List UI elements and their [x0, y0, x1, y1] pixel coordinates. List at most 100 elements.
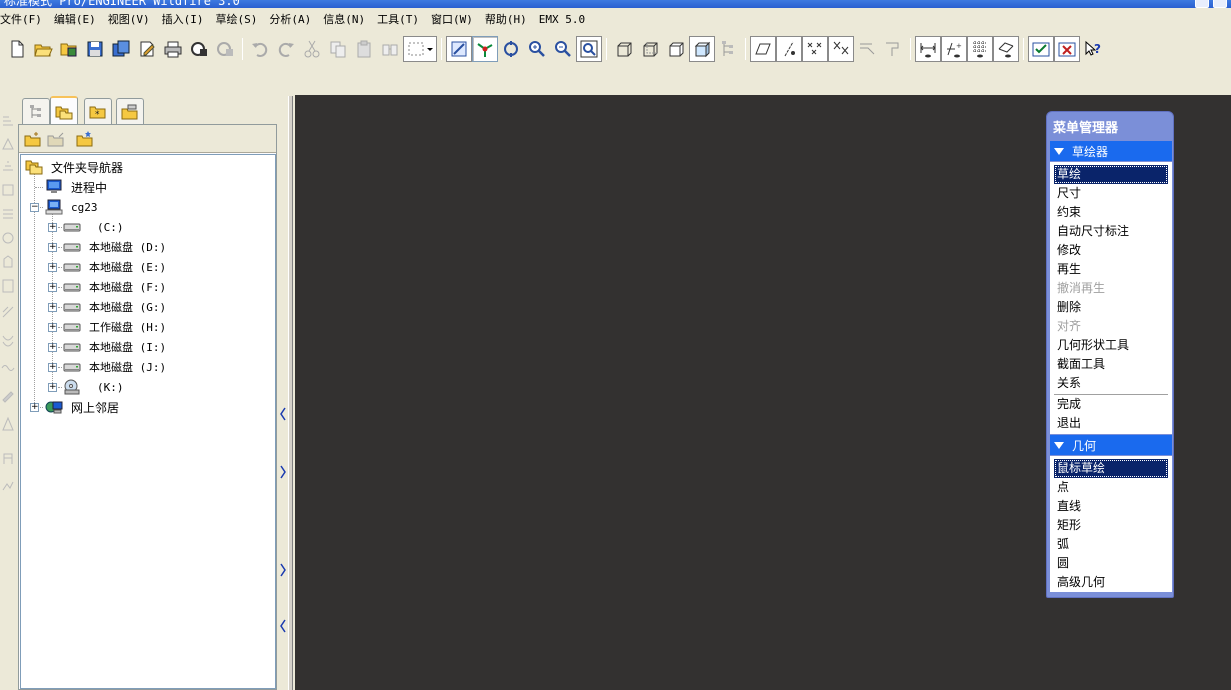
- copy-button[interactable]: [325, 36, 351, 62]
- no-hidden-button[interactable]: [663, 36, 689, 62]
- tab-model-tree[interactable]: [22, 98, 50, 124]
- menu-insert[interactable]: 插入(I): [156, 8, 210, 32]
- datum-points-toggle[interactable]: [802, 36, 828, 62]
- collapse-arrow-icon[interactable]: [280, 618, 286, 634]
- menu-item[interactable]: 高级几何: [1054, 573, 1168, 592]
- menu-window[interactable]: 窗口(W): [425, 8, 479, 32]
- expand-toggle[interactable]: +: [48, 363, 57, 372]
- spin-toggle[interactable]: [880, 36, 906, 62]
- datum-axes-toggle[interactable]: [776, 36, 802, 62]
- save-button[interactable]: [82, 36, 108, 62]
- paste-special-button[interactable]: [377, 36, 403, 62]
- feature-icon[interactable]: [1, 450, 15, 466]
- menu-info[interactable]: 信息(N): [317, 8, 371, 32]
- menu-item[interactable]: 再生: [1054, 260, 1168, 279]
- feature-icon[interactable]: [1, 360, 15, 376]
- context-help-button[interactable]: ?: [1080, 36, 1106, 62]
- open-button[interactable]: [30, 36, 56, 62]
- menu-item[interactable]: 删除: [1054, 298, 1168, 317]
- shading-button[interactable]: [689, 36, 715, 62]
- feature-icon[interactable]: [1, 278, 15, 294]
- feature-icon[interactable]: [1, 332, 15, 348]
- expand-toggle[interactable]: +: [48, 223, 57, 232]
- minimize-button[interactable]: [1195, 0, 1209, 8]
- selection-filter-dropdown[interactable]: [403, 36, 437, 62]
- hidden-line-button[interactable]: [637, 36, 663, 62]
- menu-edit[interactable]: 编辑(E): [48, 8, 102, 32]
- menu-item[interactable]: 自动尺寸标注: [1054, 222, 1168, 241]
- new-file-button[interactable]: [4, 36, 30, 62]
- orient-mode-button[interactable]: [498, 36, 524, 62]
- tree-node-drive[interactable]: 本地磁盘 (I:): [63, 337, 166, 357]
- menu-item[interactable]: 修改: [1054, 241, 1168, 260]
- expand-arrow-icon[interactable]: [280, 464, 286, 480]
- show-constraints-toggle[interactable]: +: [941, 36, 967, 62]
- tree-node-drive[interactable]: 本地磁盘 (F:): [63, 277, 166, 297]
- save-copy-button[interactable]: [108, 36, 134, 62]
- menu-item[interactable]: 圆: [1054, 554, 1168, 573]
- tree-node-drive[interactable]: (C:): [63, 217, 124, 237]
- model-tree-toggle-button[interactable]: [715, 36, 741, 62]
- menu-analysis[interactable]: 分析(A): [263, 8, 317, 32]
- collapse-arrow-icon[interactable]: [280, 406, 286, 422]
- repaint-button[interactable]: [446, 36, 472, 62]
- spin-center-button[interactable]: [472, 36, 498, 62]
- tree-node-drive[interactable]: 本地磁盘 (D:): [63, 237, 166, 257]
- show-vertices-toggle[interactable]: [993, 36, 1019, 62]
- tree-node-drive[interactable]: 本地磁盘 (E:): [63, 257, 166, 277]
- zoom-out-button[interactable]: [550, 36, 576, 62]
- tree-node-computer[interactable]: cg23: [45, 197, 98, 217]
- show-dimensions-toggle[interactable]: [915, 36, 941, 62]
- menu-item[interactable]: 点: [1054, 478, 1168, 497]
- menu-item[interactable]: 几何形状工具: [1054, 336, 1168, 355]
- tab-connections[interactable]: [116, 98, 144, 124]
- undo-button[interactable]: [247, 36, 273, 62]
- geometry-section-header[interactable]: 几何: [1050, 435, 1172, 455]
- refit-button[interactable]: [576, 36, 602, 62]
- expand-toggle[interactable]: +: [48, 243, 57, 252]
- feature-icon[interactable]: [1, 416, 15, 432]
- feature-icon[interactable]: [1, 254, 15, 270]
- feature-icon[interactable]: [1, 112, 15, 128]
- menu-item[interactable]: 鼠标草绘: [1054, 459, 1168, 478]
- menu-item[interactable]: 关系: [1054, 374, 1168, 393]
- collapse-toggle[interactable]: −: [30, 203, 39, 212]
- add-favorite-button[interactable]: [74, 128, 96, 150]
- menu-view[interactable]: 视图(V): [102, 8, 156, 32]
- menu-tools[interactable]: 工具(T): [371, 8, 425, 32]
- rename-folder-button[interactable]: [45, 128, 67, 150]
- cut-button[interactable]: [299, 36, 325, 62]
- zoom-in-button[interactable]: [524, 36, 550, 62]
- tree-node-drive[interactable]: 本地磁盘 (J:): [63, 357, 166, 377]
- expand-toggle[interactable]: +: [48, 383, 57, 392]
- send-mail-button[interactable]: [186, 36, 212, 62]
- sketcher-section-header[interactable]: 草绘器: [1050, 141, 1172, 161]
- menu-emx[interactable]: EMX 5.0: [533, 8, 591, 32]
- splitter-bar[interactable]: [288, 96, 293, 690]
- print-button[interactable]: [160, 36, 186, 62]
- tree-node-network[interactable]: 网上邻居: [45, 397, 119, 417]
- menu-sketch[interactable]: 草绘(S): [210, 8, 264, 32]
- panel-splitter[interactable]: [278, 96, 294, 690]
- menu-item[interactable]: 直线: [1054, 497, 1168, 516]
- feature-icon[interactable]: [1, 158, 15, 174]
- menu-item[interactable]: 矩形: [1054, 516, 1168, 535]
- coord-sys-toggle[interactable]: [828, 36, 854, 62]
- expand-toggle[interactable]: +: [48, 263, 57, 272]
- edit-button[interactable]: [134, 36, 160, 62]
- menu-file[interactable]: 文件(F): [0, 8, 48, 32]
- feature-icon[interactable]: [1, 478, 15, 494]
- expand-toggle[interactable]: +: [48, 323, 57, 332]
- set-working-dir-button[interactable]: [56, 36, 82, 62]
- show-grid-toggle[interactable]: [967, 36, 993, 62]
- feature-icon[interactable]: [1, 206, 15, 222]
- menu-help[interactable]: 帮助(H): [479, 8, 533, 32]
- expand-toggle[interactable]: +: [48, 283, 57, 292]
- tab-favorites[interactable]: *: [84, 98, 112, 124]
- feature-icon[interactable]: [1, 182, 15, 198]
- tree-node-drive[interactable]: 本地磁盘 (G:): [63, 297, 166, 317]
- maximize-button[interactable]: [1213, 0, 1227, 8]
- feature-icon[interactable]: [1, 230, 15, 246]
- expand-toggle[interactable]: +: [30, 403, 39, 412]
- menu-item[interactable]: 完成: [1054, 395, 1168, 414]
